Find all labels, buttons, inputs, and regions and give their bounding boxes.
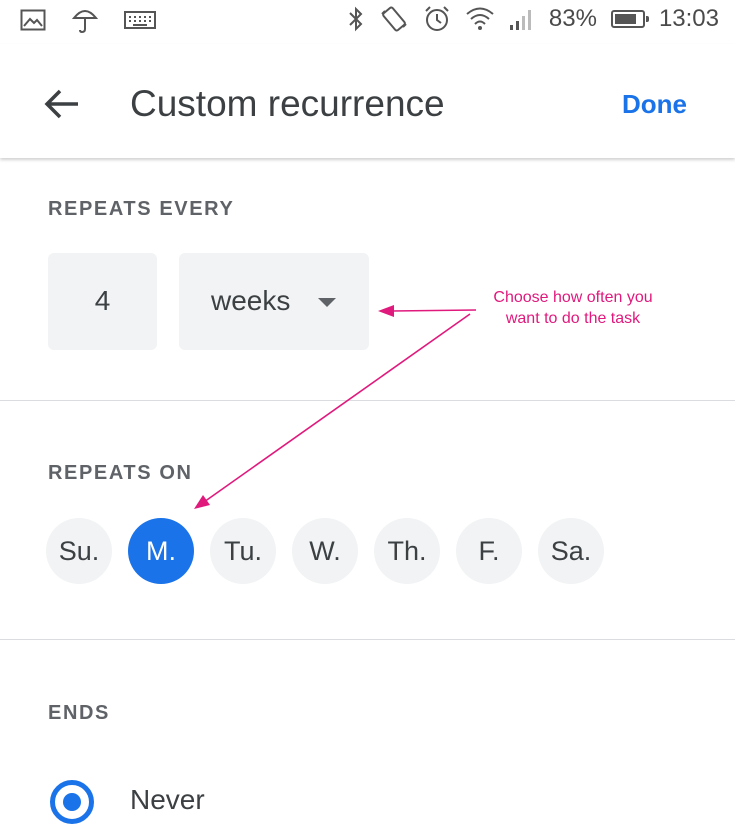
battery-icon	[610, 10, 649, 28]
bluetooth-icon	[349, 6, 363, 32]
ends-never-radio[interactable]	[50, 780, 94, 824]
repeat-unit-value: weeks	[211, 285, 291, 316]
repeat-unit-dropdown[interactable]: weeks	[179, 253, 369, 350]
signal-icon	[509, 10, 531, 30]
battery-fill	[614, 14, 636, 24]
vibrate-icon	[381, 6, 407, 32]
arrowhead-icon	[378, 305, 394, 317]
radio-selected-dot	[63, 793, 81, 811]
app-bar: Custom recurrence Done	[0, 44, 735, 158]
status-bar: 83% 13:03	[0, 0, 735, 44]
weekday-chip[interactable]: W.	[292, 518, 358, 584]
status-time: 13:03	[658, 5, 719, 32]
ends-label: ENDS	[48, 702, 110, 724]
annotation-arrow-to-unit	[391, 309, 477, 312]
dropdown-caret-icon	[318, 298, 336, 307]
repeat-count-input[interactable]: 4	[48, 253, 157, 350]
done-button[interactable]: Done	[622, 84, 687, 124]
arrow-back-icon	[44, 89, 78, 119]
wifi-icon	[466, 7, 494, 30]
image-icon	[20, 9, 46, 31]
weekday-chip[interactable]: Th.	[374, 518, 440, 584]
keyboard-icon	[124, 11, 156, 29]
back-button[interactable]	[38, 80, 86, 128]
umbrella-icon	[72, 10, 98, 34]
weekday-selector: Su. M. Tu. W. Th. F. Sa.	[46, 518, 604, 584]
repeats-every-label: REPEATS EVERY	[48, 198, 235, 220]
weekday-chip[interactable]: M.	[128, 518, 194, 584]
alarm-icon	[425, 6, 449, 31]
ends-never-label: Never	[130, 784, 205, 815]
battery-percent: 83%	[548, 5, 597, 32]
divider	[0, 639, 735, 640]
weekday-chip[interactable]: Sa.	[538, 518, 604, 584]
annotation-line-1: Choose how often you	[493, 289, 653, 306]
weekday-chip[interactable]: Su.	[46, 518, 112, 584]
repeat-count-value: 4	[94, 285, 111, 316]
weekday-chip[interactable]: F.	[456, 518, 522, 584]
annotation-line-2: want to do the task	[505, 310, 641, 327]
weekday-chip[interactable]: Tu.	[210, 518, 276, 584]
page-title: Custom recurrence	[130, 83, 445, 124]
repeats-on-label: REPEATS ON	[48, 462, 193, 484]
arrowhead-icon	[194, 495, 210, 509]
annotation-callout: Choose how often you want to do the task	[478, 287, 668, 329]
divider	[0, 400, 735, 401]
